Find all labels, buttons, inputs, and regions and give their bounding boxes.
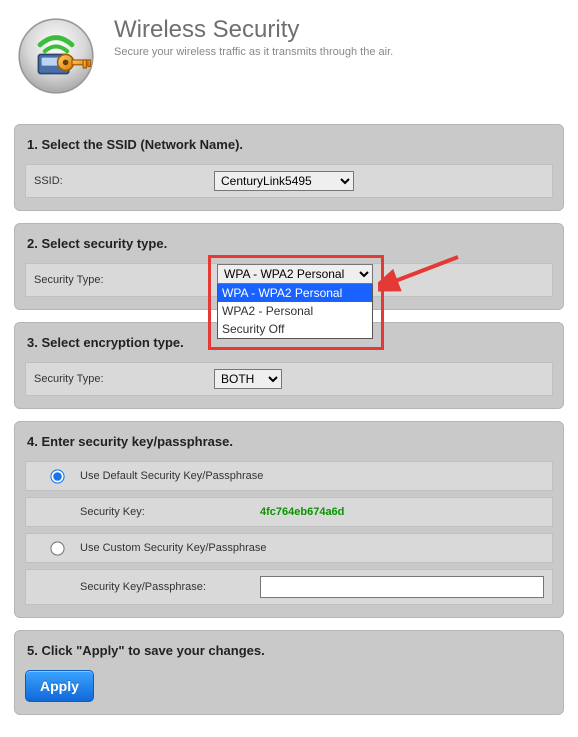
section-ssid-title: 1. Select the SSID (Network Name).: [25, 135, 553, 156]
highlight-box: WPA - WPA2 Personal WPA - WPA2 Personal …: [208, 255, 384, 350]
header-icon: [16, 16, 96, 96]
default-key-radio[interactable]: [50, 469, 64, 483]
section-security-type-title: 2. Select security type.: [25, 234, 553, 255]
page-subtitle: Secure your wireless traffic as it trans…: [114, 46, 393, 58]
encryption-select[interactable]: BOTH: [214, 369, 282, 389]
section-apply: 5. Click "Apply" to save your changes. A…: [14, 630, 564, 715]
section-apply-title: 5. Click "Apply" to save your changes.: [25, 641, 553, 662]
ssid-label: SSID:: [34, 175, 214, 187]
security-type-select[interactable]: WPA - WPA2 Personal: [217, 264, 373, 284]
apply-button[interactable]: Apply: [25, 670, 94, 702]
security-type-option-wpa2[interactable]: WPA2 - Personal: [218, 302, 372, 320]
security-type-label: Security Type:: [34, 274, 214, 286]
security-type-dropdown-list: WPA - WPA2 Personal WPA2 - Personal Secu…: [217, 283, 373, 339]
custom-key-option-row: Use Custom Security Key/Passphrase: [25, 533, 553, 563]
encryption-label: Security Type:: [34, 373, 214, 385]
custom-key-label: Security Key/Passphrase:: [34, 581, 260, 593]
custom-key-option-label: Use Custom Security Key/Passphrase: [80, 542, 266, 554]
section-key-title: 4. Enter security key/passphrase.: [25, 432, 553, 453]
security-type-option-wpa-wpa2[interactable]: WPA - WPA2 Personal: [218, 284, 372, 302]
default-key-option-label: Use Default Security Key/Passphrase: [80, 470, 263, 482]
security-key-label: Security Key:: [34, 506, 260, 518]
page-title: Wireless Security: [114, 16, 393, 44]
section-ssid: 1. Select the SSID (Network Name). SSID:…: [14, 124, 564, 211]
custom-key-radio[interactable]: [50, 541, 64, 555]
ssid-select[interactable]: CenturyLink5495: [214, 171, 354, 191]
custom-key-input[interactable]: [260, 576, 544, 598]
encryption-row: Security Type: BOTH: [25, 362, 553, 396]
default-key-option-row: Use Default Security Key/Passphrase: [25, 461, 553, 491]
default-key-value-row: Security Key: 4fc764eb674a6d: [25, 497, 553, 527]
ssid-row: SSID: CenturyLink5495: [25, 164, 553, 198]
security-type-option-off[interactable]: Security Off: [218, 320, 372, 338]
page-header: Wireless Security Secure your wireless t…: [8, 10, 570, 114]
security-key-value: 4fc764eb674a6d: [260, 506, 344, 518]
section-key: 4. Enter security key/passphrase. Use De…: [14, 421, 564, 618]
custom-key-input-row: Security Key/Passphrase:: [25, 569, 553, 605]
